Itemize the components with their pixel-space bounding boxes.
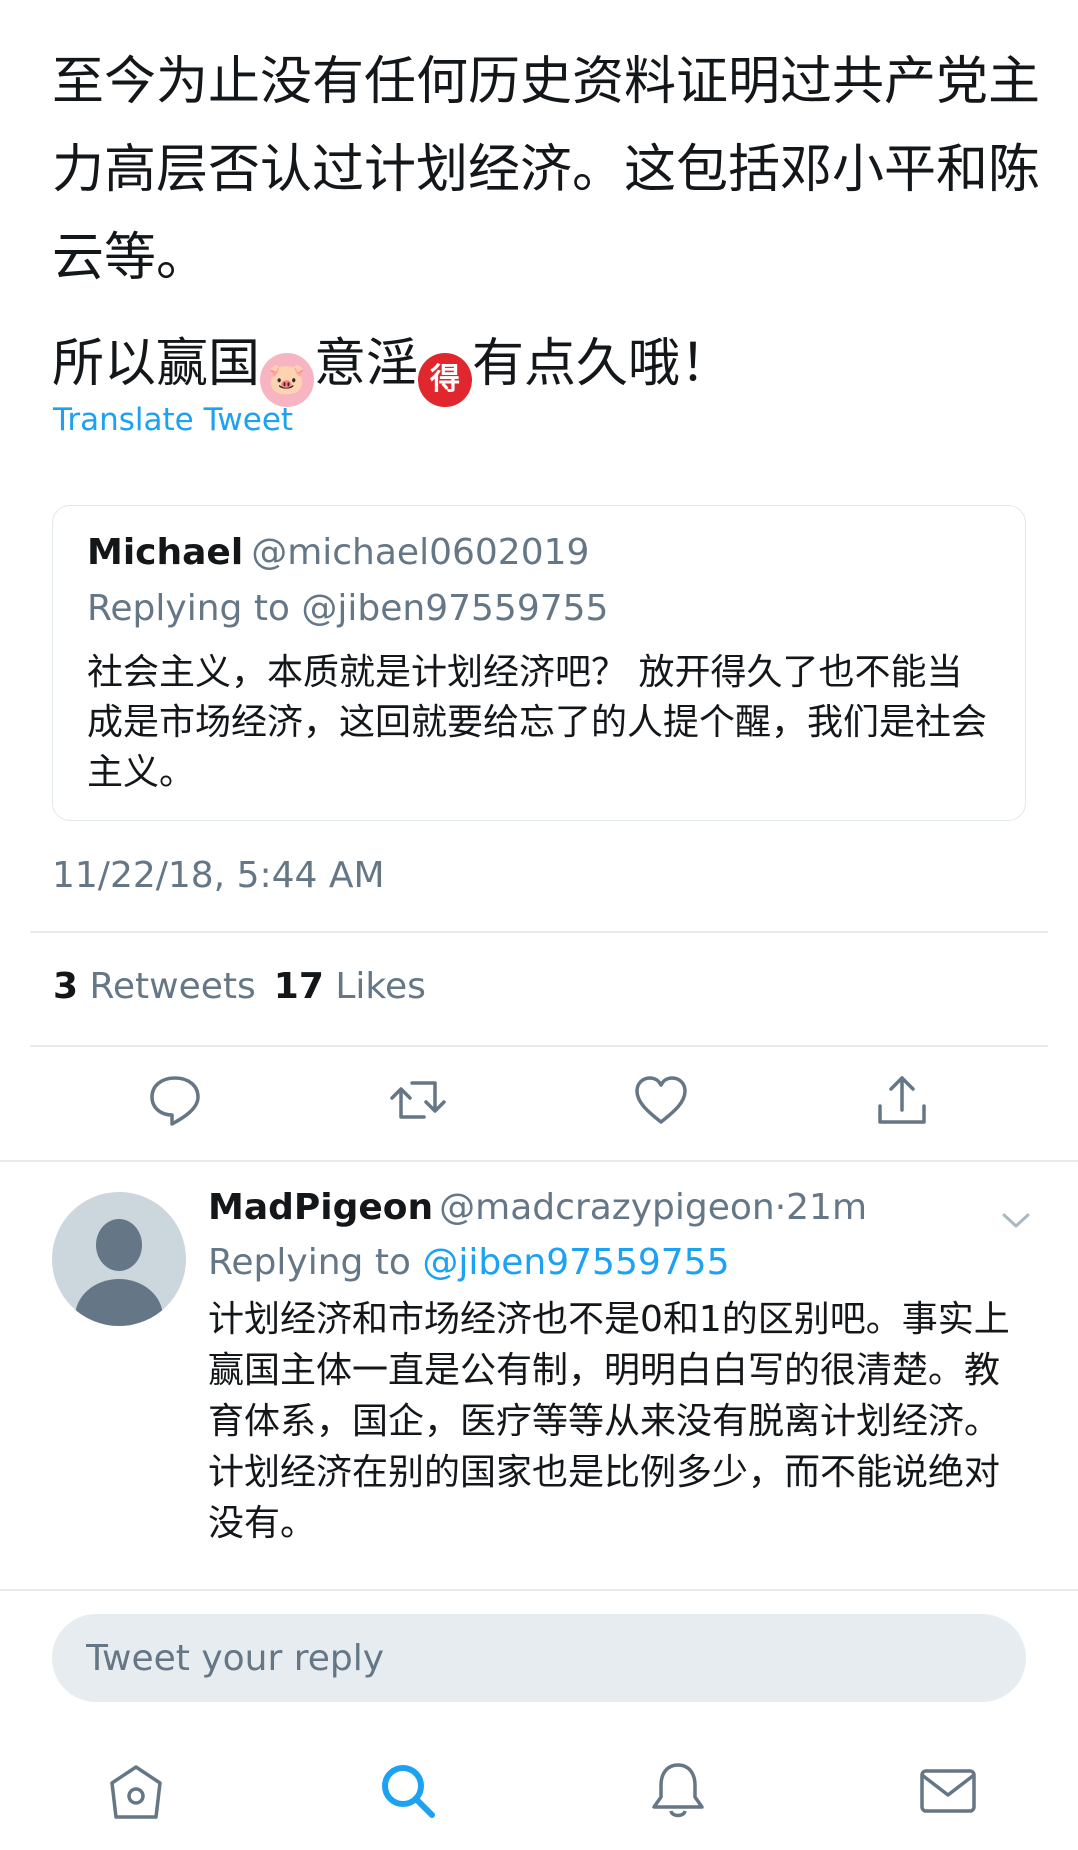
replying-to-handle-link[interactable]: @jiben97559755 xyxy=(422,1242,729,1283)
tab-bar xyxy=(0,1739,1078,1850)
tweet-text-segment: 所以赢国 xyxy=(52,334,261,394)
de-emoji-icon: 得 xyxy=(418,353,473,407)
reply-menu-button[interactable] xyxy=(996,1205,1036,1235)
tweet-paragraph: 至今为止没有任何历史资料证明过共产党主力高层否认过计划经济。这包括邓小平和陈云等… xyxy=(52,52,1041,288)
likes-stat[interactable]: 17 Likes xyxy=(274,966,426,1007)
quoted-tweet[interactable]: Michael @michael0602019 Replying to @jibe… xyxy=(52,505,1026,821)
bottom-bar xyxy=(0,1589,1078,1850)
pig-emoji-icon: 🐷 xyxy=(260,353,315,407)
reply-body: 计划经济和市场经济也不是0和1的区别吧。事实上赢国主体一直是公有制，明明白白写的… xyxy=(208,1294,1018,1549)
reply-input[interactable] xyxy=(86,1614,986,1702)
notifications-icon xyxy=(652,1763,704,1818)
chevron-down-icon xyxy=(1002,1213,1030,1228)
reply-author-name[interactable]: MadPigeon xyxy=(208,1187,433,1228)
tweet-text-segment: 有点久哦！ xyxy=(472,334,733,394)
likes-label: Likes xyxy=(335,966,426,1007)
reply-tweet[interactable]: MadPigeon @madcrazypigeon·21m Replying to… xyxy=(0,1165,1078,1585)
tab-search[interactable] xyxy=(376,1759,440,1823)
tweet-text-segment: 意淫 xyxy=(314,334,419,394)
reply-time: 21m xyxy=(786,1187,868,1228)
tweet-timestamp: 11/22/18, 5:44 AM xyxy=(52,855,385,896)
quoted-author-handle: @michael0602019 xyxy=(251,532,590,573)
reply-separator: · xyxy=(774,1187,787,1228)
reply-author-handle: @madcrazypigeon xyxy=(439,1187,775,1228)
quoted-tweet-header: Michael @michael0602019 xyxy=(87,532,589,573)
divider xyxy=(30,1045,1048,1047)
divider xyxy=(0,1160,1078,1162)
tweet-actions xyxy=(0,1070,1078,1140)
tab-home[interactable] xyxy=(104,1759,168,1823)
reply-paragraph: 计划经济和市场经济也不是0和1的区别吧。事实上赢国主体一直是公有制，明明白白写的… xyxy=(208,1299,1010,1442)
avatar[interactable] xyxy=(52,1192,186,1326)
reply-header: MadPigeon @madcrazypigeon·21m xyxy=(208,1187,867,1228)
replying-prefix: Replying to xyxy=(208,1242,411,1283)
tweet-stats: 3 Retweets 17 Likes xyxy=(53,966,426,1007)
tweet-paragraph: 所以赢国 🐷 意淫得有点久哦！ xyxy=(52,320,1042,408)
reply-composer[interactable] xyxy=(52,1614,1026,1702)
tab-notifications[interactable] xyxy=(646,1759,710,1823)
retweets-stat[interactable]: 3 Retweets xyxy=(53,966,256,1007)
messages-icon xyxy=(920,1769,976,1813)
reply-paragraph: 计划经济在别的国家也是比例多少，而不能说绝对没有。 xyxy=(208,1452,1001,1544)
tweet-text: 至今为止没有任何历史资料证明过共产党主力高层否认过计划经济。这包括邓小平和陈云等… xyxy=(52,38,1042,408)
translate-tweet-link[interactable]: Translate Tweet xyxy=(53,402,293,438)
tab-messages[interactable] xyxy=(916,1759,980,1823)
quoted-author-name: Michael xyxy=(87,532,244,573)
retweets-label: Retweets xyxy=(89,966,256,1007)
divider xyxy=(0,1589,1078,1591)
retweet-icon xyxy=(390,1081,446,1119)
reply-icon xyxy=(150,1076,200,1126)
home-icon xyxy=(110,1765,162,1819)
like-button[interactable] xyxy=(631,1070,691,1130)
default-avatar-icon xyxy=(75,1219,163,1326)
search-icon xyxy=(382,1765,435,1818)
retweets-count: 3 xyxy=(53,966,79,1007)
share-icon xyxy=(878,1076,926,1124)
likes-count: 17 xyxy=(273,966,324,1007)
quoted-tweet-body: 社会主义，本质就是计划经济吧？ 放开得久了也不能当成是市场经济，这回就要给忘了的… xyxy=(87,652,988,793)
like-icon xyxy=(635,1076,687,1124)
share-button[interactable] xyxy=(872,1070,932,1130)
quoted-replying-to: Replying to @jiben97559755 xyxy=(87,588,609,629)
reply-button[interactable] xyxy=(145,1070,205,1130)
divider xyxy=(30,931,1048,933)
retweet-button[interactable] xyxy=(388,1070,448,1130)
reply-replying-to: Replying to @jiben97559755 xyxy=(208,1242,729,1283)
